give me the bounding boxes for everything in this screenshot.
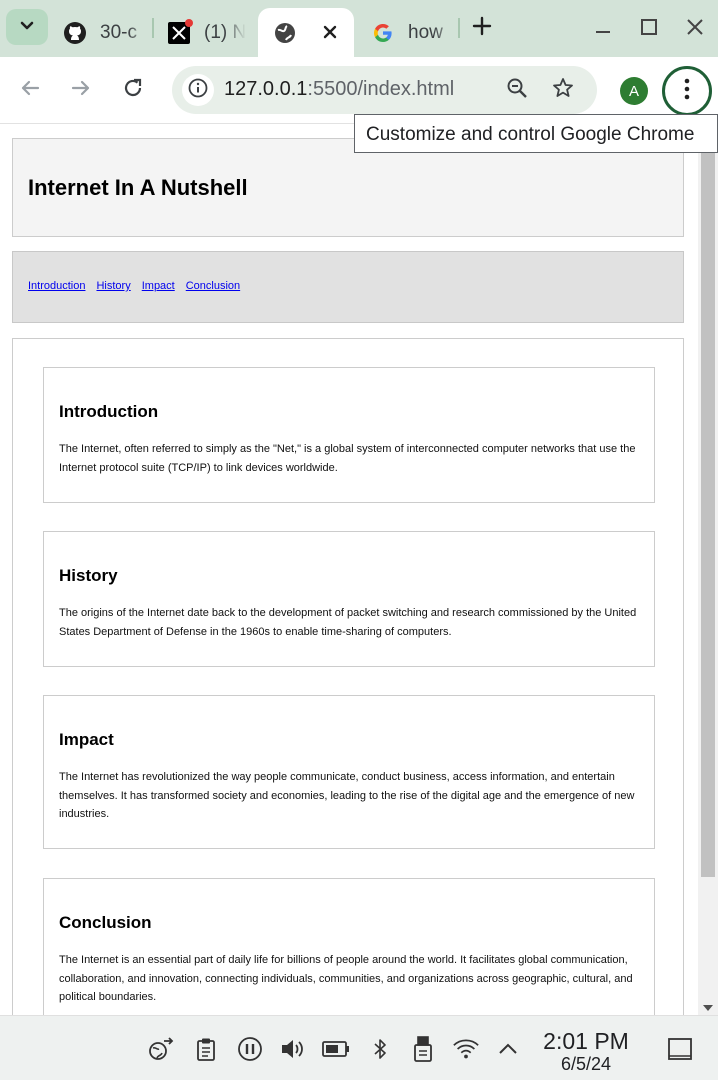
zoom-out-icon: [506, 77, 528, 104]
system-taskbar: 2:01 PM 6/5/24: [0, 1015, 718, 1080]
page-scrollbar[interactable]: [698, 125, 718, 1015]
minimize-icon: [594, 18, 612, 41]
globe-arrow-icon[interactable]: [147, 1036, 175, 1062]
forward-arrow-icon: [70, 77, 92, 104]
google-icon: [370, 20, 396, 46]
reload-button[interactable]: [118, 75, 148, 105]
section-heading: Impact: [59, 730, 114, 749]
nav-link-impact[interactable]: Impact: [142, 280, 175, 292]
chevron-down-icon: [18, 16, 36, 39]
new-tab-button[interactable]: [468, 14, 496, 42]
nav-link-conclusion[interactable]: Conclusion: [186, 280, 240, 292]
more-vertical-icon: [684, 78, 690, 105]
chrome-menu-button[interactable]: [662, 66, 712, 116]
back-button[interactable]: [15, 75, 45, 105]
section-text: The Internet has revolutionized the way …: [59, 771, 635, 820]
section-heading: Conclusion: [59, 913, 152, 932]
close-tab-icon[interactable]: [318, 20, 342, 44]
bluetooth-icon[interactable]: [366, 1036, 394, 1062]
address-bar[interactable]: 127.0.0.1:5500/index.html: [172, 66, 597, 114]
back-arrow-icon: [19, 77, 41, 104]
tab-active[interactable]: [258, 8, 354, 57]
page-title: Internet In A Nutshell: [28, 175, 248, 200]
nav-link-introduction[interactable]: Introduction: [28, 280, 85, 292]
maximize-button[interactable]: [634, 14, 664, 44]
maximize-icon: [640, 18, 658, 41]
tab-github[interactable]: 30-c: [62, 8, 150, 57]
clipboard-icon[interactable]: [192, 1036, 220, 1062]
tab-search-button[interactable]: [6, 9, 48, 45]
profile-avatar[interactable]: A: [620, 77, 648, 105]
zoom-button[interactable]: [504, 77, 530, 103]
x-twitter-icon: [166, 18, 193, 46]
section-heading: Introduction: [59, 402, 159, 421]
globe-icon: [272, 20, 298, 46]
info-icon: [188, 78, 208, 103]
pause-icon[interactable]: [236, 1036, 264, 1062]
section-text: The Internet is an essential part of dai…: [59, 954, 633, 1003]
star-icon: [552, 77, 574, 104]
clock-time: 2:01 PM: [543, 1028, 629, 1054]
tab-separator: [152, 18, 154, 38]
reload-icon: [122, 77, 144, 104]
usb-drive-icon[interactable]: [409, 1036, 437, 1062]
section-text: The origins of the Internet date back to…: [59, 607, 637, 638]
plus-icon: [472, 16, 492, 41]
minimize-button[interactable]: [588, 14, 618, 44]
chevron-up-icon[interactable]: [494, 1036, 522, 1062]
notifications-icon[interactable]: [666, 1036, 694, 1062]
section-conclusion: Conclusion The Internet is an essential …: [43, 878, 655, 1015]
forward-button[interactable]: [66, 75, 96, 105]
main-content: Introduction The Internet, often referre…: [12, 338, 684, 1015]
bookmark-button[interactable]: [550, 77, 576, 103]
close-window-button[interactable]: [680, 14, 710, 44]
section-impact: Impact The Internet has revolutionized t…: [43, 695, 655, 849]
tab-separator: [458, 18, 460, 38]
page-viewport: Internet In A Nutshell Introduction Hist…: [0, 125, 718, 1015]
url-path: :5500/index.html: [307, 78, 455, 100]
section-history: History The origins of the Internet date…: [43, 531, 655, 667]
section-heading: History: [59, 566, 118, 585]
scroll-down-arrow-icon[interactable]: [703, 1005, 713, 1011]
url-host: 127.0.0.1: [224, 78, 308, 100]
section-introduction: Introduction The Internet, often referre…: [43, 367, 655, 503]
battery-icon[interactable]: [322, 1036, 350, 1062]
tab-x[interactable]: (1) N: [166, 8, 246, 57]
site-info-button[interactable]: [182, 74, 214, 106]
url-text: 127.0.0.1:5500/index.html: [224, 78, 454, 101]
section-text: The Internet, often referred to simply a…: [59, 443, 636, 474]
github-icon: [62, 20, 88, 46]
tab-strip: 30-c (1) N how: [0, 0, 718, 57]
tab-google[interactable]: how: [370, 8, 456, 57]
clock-date: 6/5/24: [560, 1054, 612, 1074]
scrollbar-thumb[interactable]: [701, 153, 715, 877]
volume-icon[interactable]: [279, 1036, 307, 1062]
menu-tooltip: Customize and control Google Chrome: [354, 114, 718, 153]
wifi-icon[interactable]: [452, 1036, 480, 1062]
site-nav: Introduction History Impact Conclusion: [12, 251, 684, 323]
system-clock[interactable]: 2:01 PM 6/5/24: [538, 1028, 634, 1074]
close-icon: [686, 18, 704, 41]
nav-link-history[interactable]: History: [96, 280, 130, 292]
